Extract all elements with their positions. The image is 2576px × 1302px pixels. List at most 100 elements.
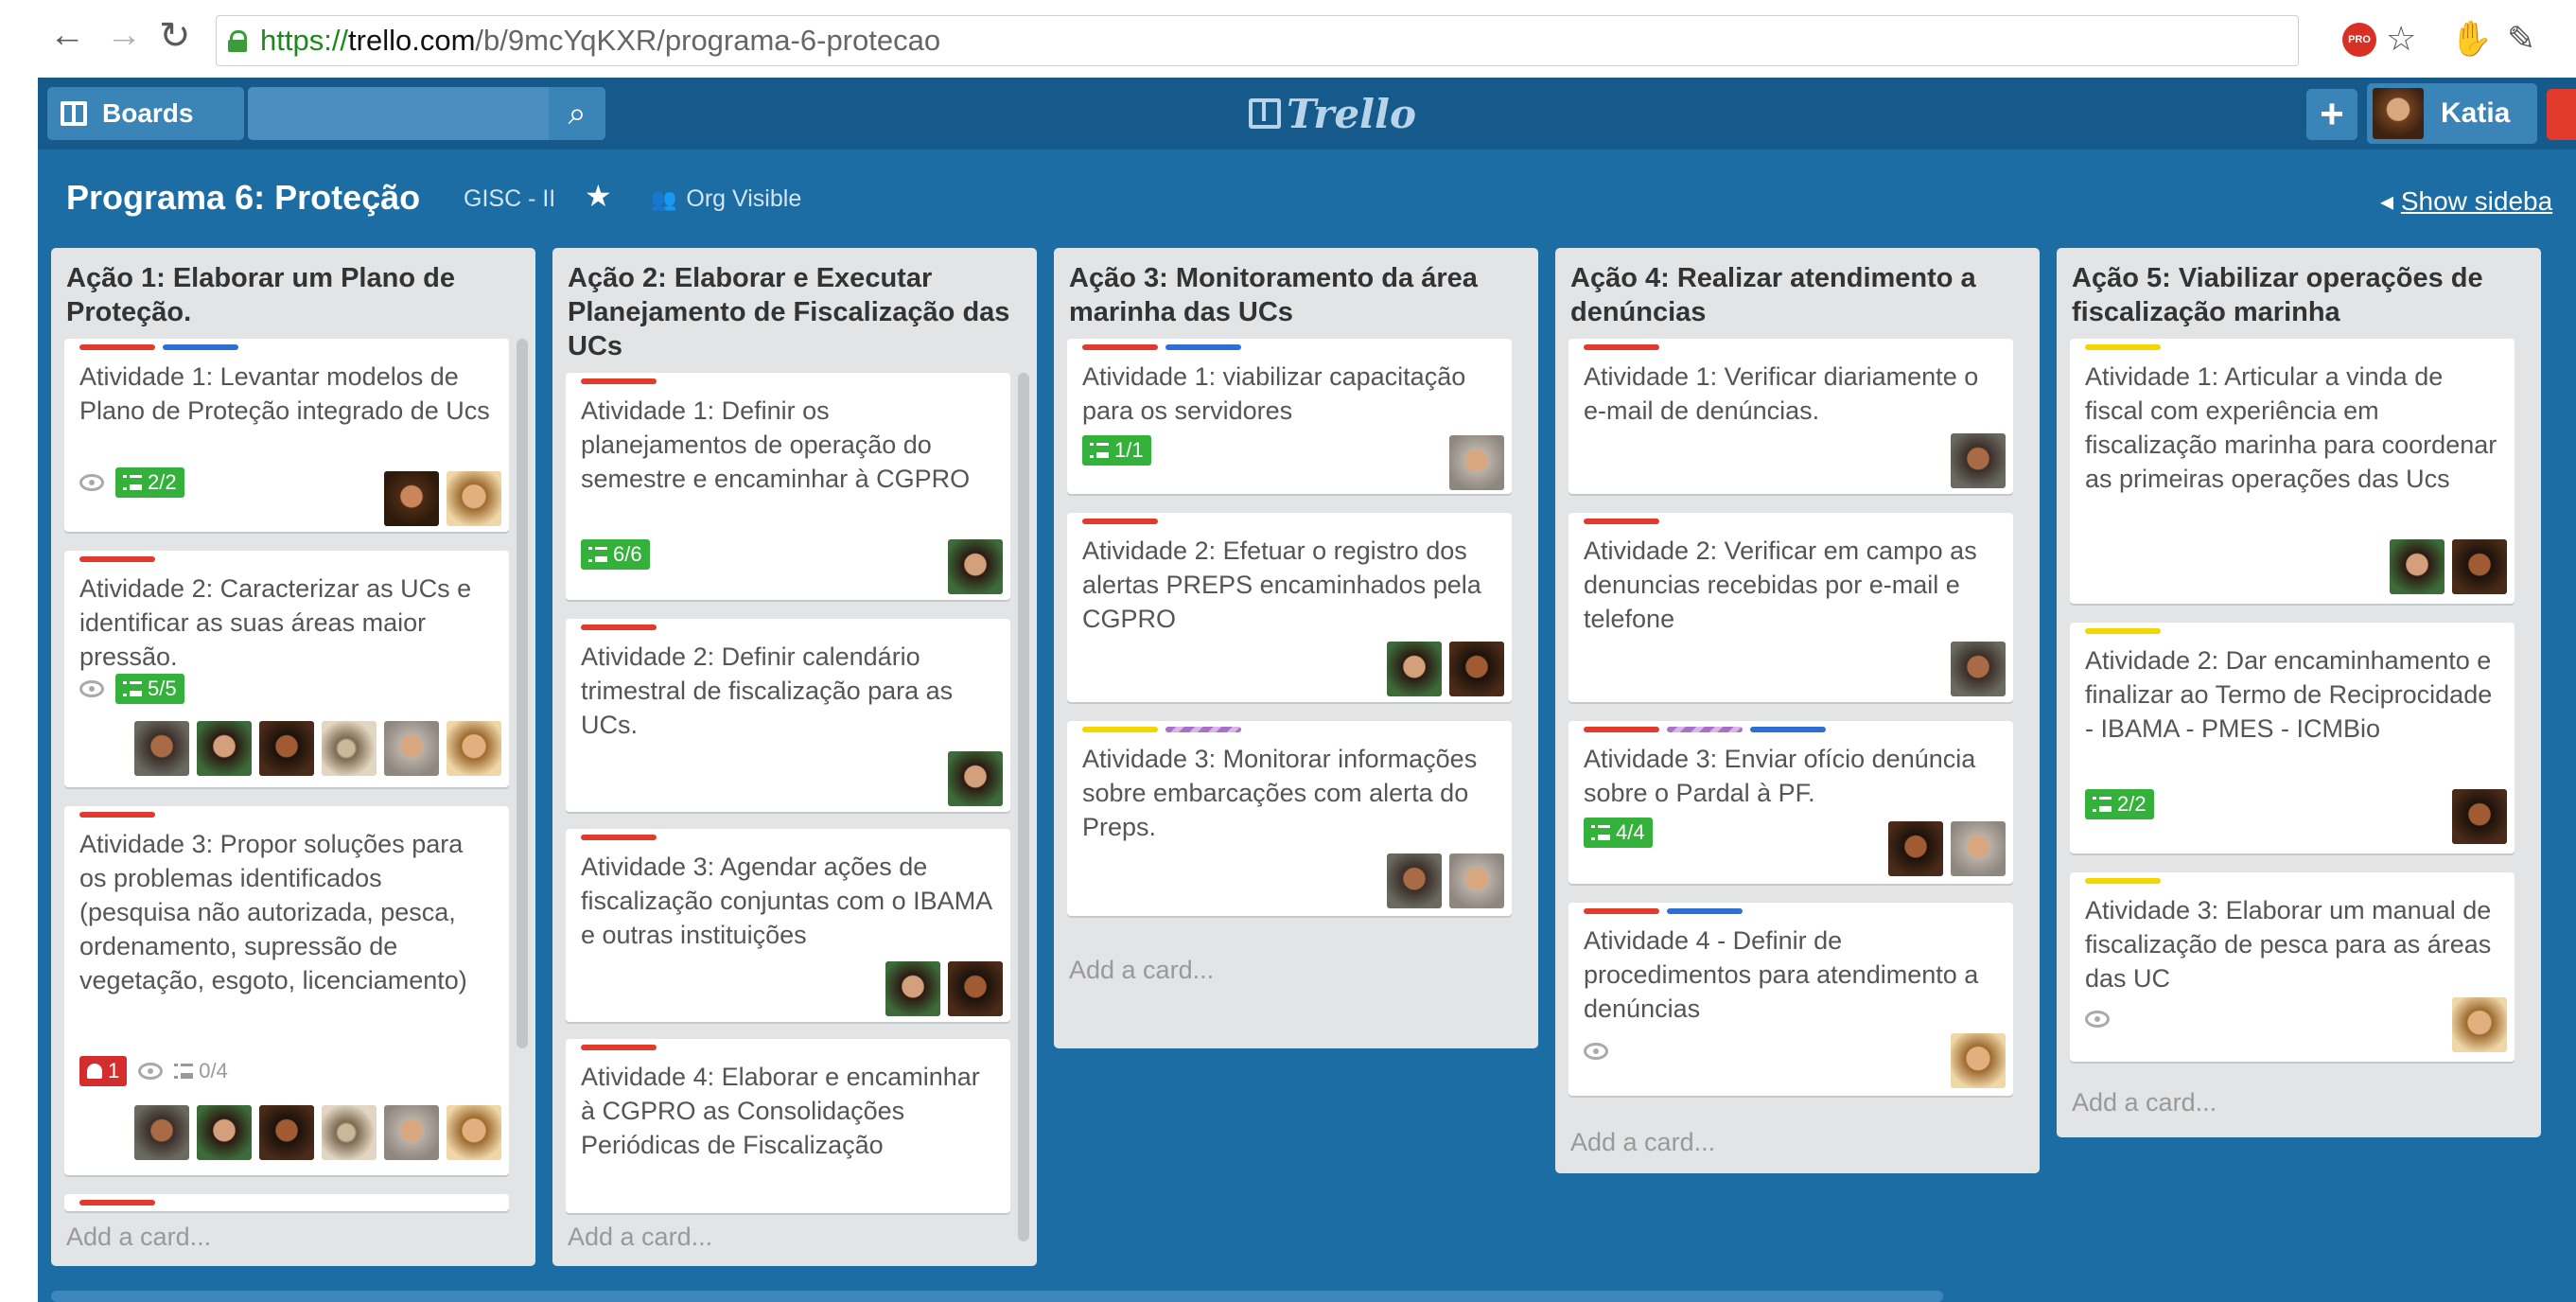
add-button[interactable]: + — [2306, 89, 2357, 140]
add-card-link[interactable]: Add a card... — [1570, 1128, 1715, 1157]
member-avatar[interactable] — [259, 1105, 314, 1160]
card-badges: 5/5 — [79, 674, 184, 704]
card[interactable]: Atividade 3: Enviar ofício denúncia sobr… — [1568, 721, 2013, 884]
label-yellow — [1082, 727, 1158, 732]
card-title: Atividade 3: Propor soluções para os pro… — [79, 830, 467, 994]
member-avatar[interactable] — [447, 471, 501, 526]
member-avatar[interactable] — [948, 539, 1003, 594]
member-avatar[interactable] — [384, 471, 439, 526]
extension-icon[interactable]: ✋ — [2450, 19, 2493, 59]
card[interactable]: Atividade 1: Levantar modelos de Plano d… — [64, 339, 509, 532]
list-acao-2: Ação 2: Elaborar e Executar Planejamento… — [552, 248, 1037, 1266]
boards-label: Boards — [102, 98, 194, 128]
list-title[interactable]: Ação 3: Monitoramento da área marinha da… — [1069, 261, 1514, 329]
trello-logo[interactable]: Trello — [1249, 91, 1416, 137]
board-title[interactable]: Programa 6: Proteção — [66, 178, 420, 218]
card[interactable]: Atividade 1: Definir os planejamentos de… — [566, 373, 1010, 600]
member-avatar[interactable] — [1449, 435, 1504, 490]
member-avatar[interactable] — [1387, 853, 1442, 908]
member-avatar[interactable] — [1951, 1033, 2006, 1088]
list-scrollbar[interactable] — [1018, 373, 1029, 1241]
card[interactable]: Atividade 2: Definir calendário trimestr… — [566, 619, 1010, 812]
search-input[interactable] — [248, 87, 549, 140]
boards-button[interactable]: Boards — [47, 87, 244, 140]
card-members — [1387, 642, 1504, 696]
list-title[interactable]: Ação 2: Elaborar e Executar Planejamento… — [568, 261, 1012, 363]
member-avatar[interactable] — [134, 1105, 189, 1160]
member-avatar[interactable] — [948, 961, 1003, 1016]
browser-toolbar: ← → ↻ https://trello.com/b/9mcYqKXR/prog… — [0, 0, 2576, 78]
back-arrow-icon[interactable]: ← — [49, 17, 85, 53]
card-labels — [79, 1200, 155, 1205]
member-avatar[interactable] — [197, 1105, 252, 1160]
member-avatar[interactable] — [1951, 642, 2006, 696]
member-avatar[interactable] — [1951, 433, 2006, 488]
user-menu-button[interactable]: Katia — [2367, 83, 2537, 144]
card[interactable]: Atividade 1: viabilizar capacitação para… — [1067, 339, 1512, 494]
board-visibility[interactable]: 👥 Org Visible — [651, 185, 801, 213]
checklist-badge: 4/4 — [1584, 818, 1653, 848]
show-sidebar-link[interactable]: ◂ Show sideba — [2380, 185, 2552, 217]
card[interactable]: Atividade 1: Articular a vinda de fiscal… — [2070, 339, 2515, 604]
card[interactable]: Atividade 2: Efetuar o registro dos aler… — [1067, 513, 1512, 702]
checklist-icon — [588, 546, 607, 563]
card[interactable]: Atividade 3: Agendar ações de fiscalizaç… — [566, 829, 1010, 1022]
member-avatar[interactable] — [2452, 997, 2507, 1052]
add-card-link[interactable]: Add a card... — [66, 1223, 211, 1252]
card[interactable]: Atividade 4 - Definir de procedimentos p… — [1568, 903, 2013, 1096]
add-card-link[interactable]: Add a card... — [1069, 956, 1214, 985]
member-avatar[interactable] — [1888, 821, 1943, 876]
member-avatar[interactable] — [1951, 821, 2006, 876]
card[interactable]: Atividade 1: Verificar diariamente o e-m… — [1568, 339, 2013, 494]
card-labels — [1082, 519, 1158, 524]
star-icon[interactable]: ★ — [585, 178, 612, 214]
member-avatar[interactable] — [259, 721, 314, 776]
member-avatar[interactable] — [948, 751, 1003, 806]
url-host: trello.com — [348, 24, 476, 57]
member-avatar[interactable] — [322, 721, 377, 776]
people-icon: 👥 — [651, 187, 677, 211]
member-avatar[interactable] — [2390, 539, 2445, 594]
address-bar[interactable]: https://trello.com/b/9mcYqKXR/programa-6… — [216, 15, 2299, 66]
member-avatar[interactable] — [447, 721, 501, 776]
member-avatar[interactable] — [2452, 789, 2507, 844]
label-purple — [1165, 727, 1241, 732]
member-avatar[interactable] — [197, 721, 252, 776]
board-horizontal-scrollbar[interactable] — [51, 1291, 1943, 1302]
member-avatar[interactable] — [1449, 853, 1504, 908]
member-avatar[interactable] — [1387, 642, 1442, 696]
card[interactable]: Atividade 3: Elaborar um manual de fisca… — [2070, 872, 2515, 1062]
card[interactable]: Atividade 3: Monitorar informações sobre… — [1067, 721, 1512, 916]
list-title[interactable]: Ação 5: Viabilizar operações de fiscaliz… — [2072, 261, 2516, 329]
extension-2-icon[interactable]: ✎ — [2507, 19, 2535, 59]
member-avatar[interactable] — [134, 721, 189, 776]
card-labels — [79, 556, 155, 562]
card[interactable]: Atividade 2: Verificar em campo as denun… — [1568, 513, 2013, 702]
member-avatar[interactable] — [384, 1105, 439, 1160]
add-card-link[interactable]: Add a card... — [2072, 1088, 2217, 1117]
reload-icon[interactable]: ↻ — [159, 17, 191, 55]
board-org[interactable]: GISC - II — [464, 185, 555, 213]
member-avatar[interactable] — [322, 1105, 377, 1160]
card[interactable]: Atividade 3: Propor soluções para os pro… — [64, 806, 509, 1175]
list-title[interactable]: Ação 1: Elaborar um Plano de Proteção. — [66, 261, 511, 329]
member-avatar[interactable] — [384, 721, 439, 776]
member-avatar[interactable] — [885, 961, 940, 1016]
card[interactable]: Atividade 2: Caracterizar as UCs e ident… — [64, 551, 509, 787]
card[interactable] — [64, 1194, 509, 1211]
search-icon[interactable]: ⌕ — [549, 87, 605, 140]
list-scrollbar[interactable] — [517, 339, 528, 1048]
forward-arrow-icon[interactable]: → — [106, 17, 142, 53]
member-avatar[interactable] — [2452, 539, 2507, 594]
notifications-button[interactable] — [2547, 89, 2576, 140]
member-avatar[interactable] — [1449, 642, 1504, 696]
boards-icon — [61, 101, 87, 126]
label-blue — [1165, 344, 1241, 350]
card[interactable]: Atividade 2: Dar encaminhamento e finali… — [2070, 623, 2515, 853]
pro-badge-icon[interactable]: PRO — [2342, 23, 2376, 57]
list-title[interactable]: Ação 4: Realizar atendimento a denúncias — [1570, 261, 2015, 329]
add-card-link[interactable]: Add a card... — [568, 1223, 712, 1252]
card[interactable]: Atividade 4: Elaborar e encaminhar à CGP… — [566, 1039, 1010, 1213]
member-avatar[interactable] — [447, 1105, 501, 1160]
bookmark-star-icon[interactable]: ☆ — [2386, 19, 2416, 59]
